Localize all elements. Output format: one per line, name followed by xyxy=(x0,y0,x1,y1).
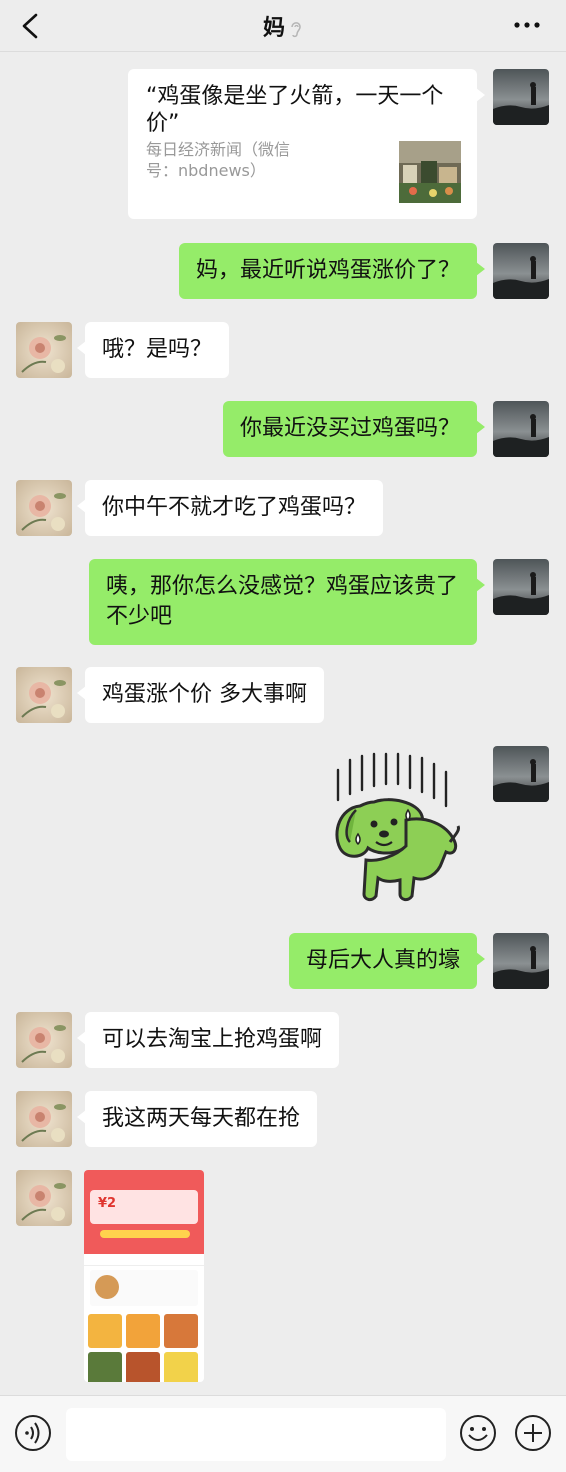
received-message[interactable]: 鸡蛋涨个价 多大事啊 xyxy=(77,667,324,723)
received-message[interactable]: 哦？是吗？ xyxy=(76,322,230,378)
contact-avatar[interactable] xyxy=(16,1012,72,1068)
contact-avatar[interactable] xyxy=(16,1170,72,1226)
contact-avatar[interactable] xyxy=(16,667,72,723)
shopping-screenshot-image[interactable]: ¥2 xyxy=(84,1170,204,1382)
plus-icon[interactable] xyxy=(514,1414,552,1452)
my-avatar[interactable] xyxy=(493,69,549,125)
sent-message[interactable]: 你最近没买过鸡蛋吗？ xyxy=(222,401,486,457)
contact-avatar[interactable] xyxy=(16,1091,72,1147)
my-avatar[interactable] xyxy=(493,559,549,615)
my-avatar[interactable] xyxy=(493,243,549,299)
screenshot-banner: ¥2 xyxy=(84,1170,204,1254)
screenshot-featured-item xyxy=(90,1270,198,1306)
ellipsis-icon[interactable] xyxy=(512,16,542,34)
voice-icon[interactable] xyxy=(14,1414,52,1452)
sent-message[interactable]: 咦，那你怎么没感觉？鸡蛋应该贵了不少吧 xyxy=(89,559,485,645)
coupon-amount: ¥2 xyxy=(98,1196,117,1211)
chat-title-wrap: 妈 xyxy=(0,10,566,42)
sent-message[interactable]: 妈，最近听说鸡蛋涨价了？ xyxy=(178,243,486,299)
received-message[interactable]: 可以去淘宝上抢鸡蛋啊 xyxy=(76,1012,340,1068)
message-input-bar xyxy=(0,1395,566,1472)
emoji-icon[interactable] xyxy=(459,1414,497,1452)
article-link-card[interactable]: “鸡蛋像是坐了火箭，一天一个价” 每日经济新闻（微信号：nbdnews） xyxy=(128,69,485,219)
article-title: “鸡蛋像是坐了火箭，一天一个价” xyxy=(146,84,444,136)
received-message[interactable]: 我这两天每天都在抢 xyxy=(76,1091,318,1147)
ear-icon xyxy=(291,22,301,38)
received-message[interactable]: 你中午不就才吃了鸡蛋吗？ xyxy=(76,480,384,536)
article-thumbnail xyxy=(399,141,461,203)
coupon-card: ¥2 xyxy=(90,1190,198,1224)
message-input[interactable] xyxy=(66,1408,446,1461)
my-avatar[interactable] xyxy=(493,401,549,457)
screenshot-tabs xyxy=(84,1254,204,1266)
article-source: 每日经济新闻（微信号：nbdnews） xyxy=(146,140,291,180)
chat-title: 妈 xyxy=(262,16,285,41)
chat-header: 妈 xyxy=(0,0,566,52)
sent-message[interactable]: 母后大人真的壕 xyxy=(288,933,486,989)
sweating-dog-sticker[interactable] xyxy=(330,750,462,906)
contact-avatar[interactable] xyxy=(16,480,72,536)
my-avatar[interactable] xyxy=(493,933,549,989)
promo-bar xyxy=(100,1230,190,1238)
my-avatar[interactable] xyxy=(493,746,549,802)
contact-avatar[interactable] xyxy=(16,322,72,378)
screenshot-product-grid xyxy=(84,1310,204,1382)
